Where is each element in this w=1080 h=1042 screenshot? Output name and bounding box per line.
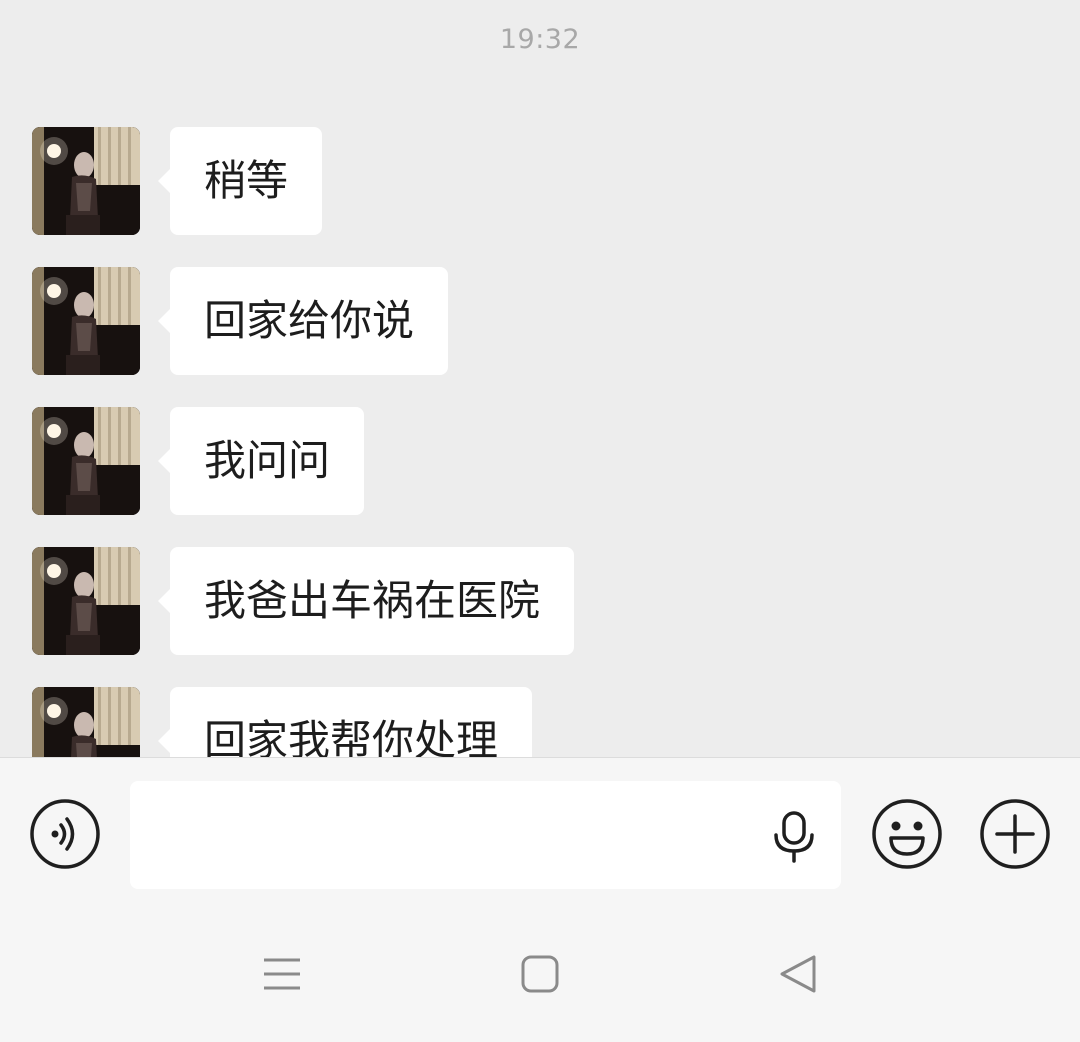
rounded-square-icon [521,955,559,993]
message-bubble[interactable]: 回家我帮你处理 [157,687,533,757]
message-bubble[interactable]: 我爸出车祸在医院 [157,547,575,655]
message-list[interactable]: 19:32 稍等 回家给你说 我问问 我爸出车祸在医院 回家我帮你处理 [0,0,1080,757]
message-timestamp: 19:32 [499,24,581,55]
recent-apps-button[interactable] [260,952,304,996]
voice-toggle-button[interactable] [29,798,101,870]
message-bubble[interactable]: 稍等 [157,127,323,235]
add-attachment-button[interactable] [979,798,1051,870]
emoji-button[interactable] [871,798,943,870]
chat-input-bar [0,757,1080,908]
message-bubble[interactable]: 回家给你说 [157,267,449,375]
message-input[interactable] [150,781,754,891]
avatar[interactable] [32,687,140,757]
avatar[interactable] [32,127,140,235]
smiley-face-icon [872,799,942,869]
microphone-icon[interactable] [770,811,818,863]
system-navigation-bar [0,907,1080,1042]
menu-lines-icon [264,958,300,990]
avatar[interactable] [32,267,140,375]
message-bubble[interactable]: 我问问 [157,407,365,515]
voice-toggle-icon [30,799,100,869]
message-input-field[interactable] [130,781,841,891]
avatar[interactable] [32,407,140,515]
home-button[interactable] [518,952,562,996]
avatar[interactable] [32,547,140,655]
triangle-back-icon [780,955,816,993]
plus-circle-icon [980,799,1050,869]
back-button[interactable] [776,952,820,996]
